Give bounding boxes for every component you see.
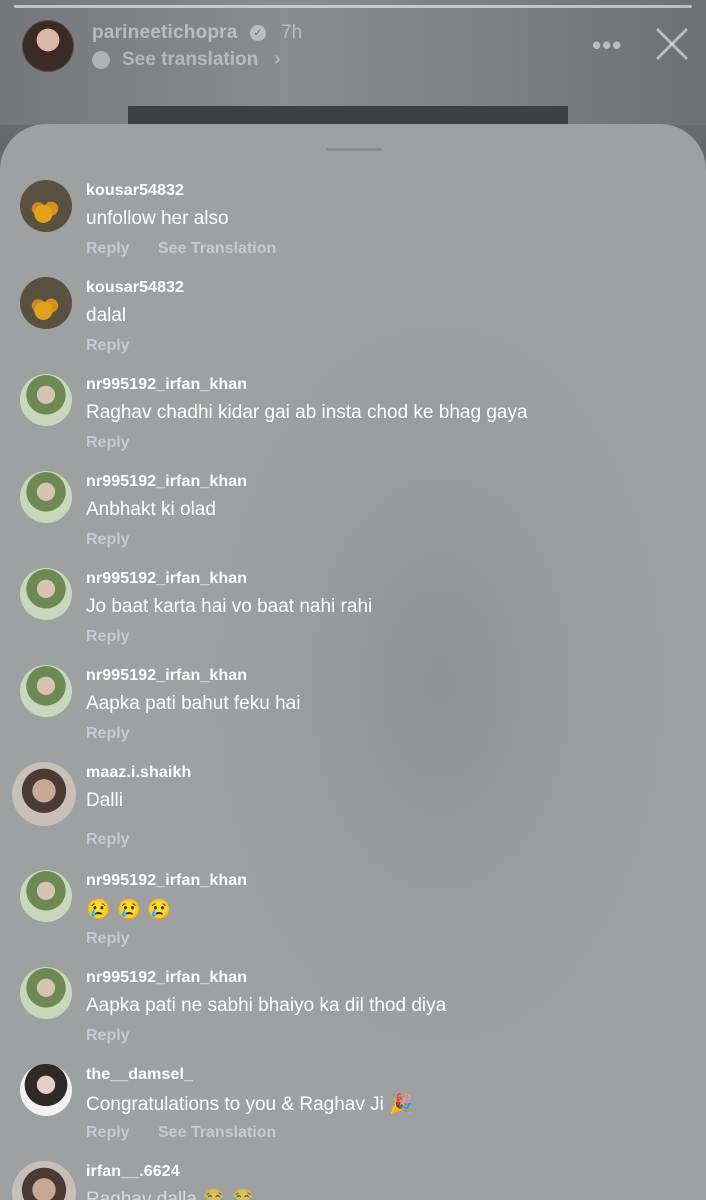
see-translation-button[interactable]: See Translation [158,1124,276,1142]
avatar[interactable] [20,568,72,620]
avatar[interactable] [20,374,72,426]
comment-text: unfollow her also [86,208,229,229]
reply-button[interactable]: Reply [86,531,130,549]
comment-username[interactable]: kousar54832 [86,279,184,297]
reply-button[interactable]: Reply [86,1124,130,1142]
comment-username[interactable]: nr995192_irfan_khan [86,473,247,491]
comment-username[interactable]: nr995192_irfan_khan [86,667,247,685]
avatar[interactable] [20,1064,72,1116]
more-options-icon[interactable]: ••• [592,30,622,61]
avatar[interactable] [20,665,72,717]
comment-username[interactable]: nr995192_irfan_khan [86,570,247,588]
comment-text: Anbhakt ki olad [86,499,216,520]
avatar[interactable] [22,20,74,72]
comment-text: 😢 😢 😢 [86,899,172,921]
avatar[interactable] [20,471,72,523]
see-translation-button[interactable]: See Translation [158,240,276,258]
translate-icon [92,51,110,69]
comment-username[interactable]: nr995192_irfan_khan [86,969,247,987]
comment-text: Jo baat karta hai vo baat nahi rahi [86,596,373,617]
reply-button[interactable]: Reply [86,930,130,948]
story-username[interactable]: parineetichopra [92,22,238,44]
comment-text: Aapka pati ne sabhi bhaiyo ka dil thod d… [86,995,447,1016]
comment-text: Dalli [86,790,123,811]
comment-text: Raghav dalla 😂 😂 [86,1189,255,1200]
reply-button[interactable]: Reply [86,628,130,646]
avatar[interactable] [20,277,72,329]
comment-username[interactable]: nr995192_irfan_khan [86,872,247,890]
comment-username[interactable]: irfan__.6624 [86,1163,180,1181]
comment-text: Congratulations to you & Raghav Ji 🎉 [86,1094,413,1115]
comment-text: Aapka pati bahut feku hai [86,693,301,714]
close-icon[interactable] [652,24,692,64]
comment-text: dalal [86,305,127,326]
comment-username[interactable]: nr995192_irfan_khan [86,376,247,394]
reply-button[interactable]: Reply [86,725,130,743]
avatar[interactable] [12,1161,76,1200]
comment-username[interactable]: maaz.i.shaikh [86,764,191,782]
chevron-right-icon[interactable]: › [274,48,281,71]
sheet-drag-handle[interactable] [326,148,382,151]
comments-sheet[interactable]: kousar54832 unfollow her also Reply See … [0,124,706,1200]
comment-text: Raghav chadhi kidar gai ab insta chod ke… [86,402,528,423]
reply-button[interactable]: Reply [86,1027,130,1045]
story-timestamp: 7h [281,22,303,43]
avatar[interactable] [20,967,72,1019]
reply-button[interactable]: Reply [86,337,130,355]
see-translation-link[interactable]: See translation [122,49,258,71]
story-progress-bar [14,5,692,8]
comment-username[interactable]: kousar54832 [86,182,184,200]
reply-button[interactable]: Reply [86,240,130,258]
avatar[interactable] [12,762,76,826]
reply-button[interactable]: Reply [86,831,130,849]
avatar[interactable] [20,870,72,922]
comment-username[interactable]: the__damsel_ [86,1066,193,1084]
verified-badge-icon: ✓ [250,25,266,41]
reply-button[interactable]: Reply [86,434,130,452]
avatar[interactable] [20,180,72,232]
